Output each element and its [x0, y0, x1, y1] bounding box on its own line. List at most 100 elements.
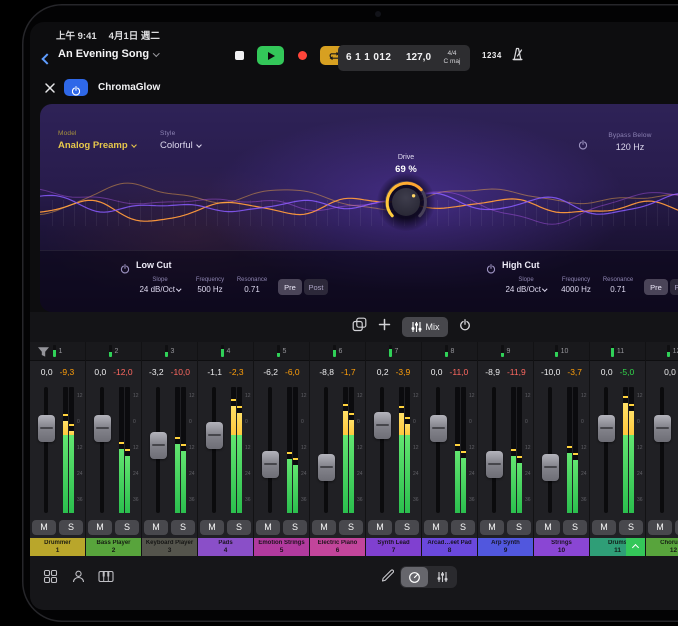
low-cut-slope[interactable]: Slope 24 dB/Oct: [132, 277, 188, 294]
solo-button[interactable]: S: [171, 520, 195, 535]
volume-value[interactable]: -3,2: [149, 367, 164, 377]
channel-header[interactable]: 5: [254, 342, 309, 360]
count-in-button[interactable]: 1234: [482, 51, 502, 60]
solo-button[interactable]: S: [339, 520, 363, 535]
bypass-power-icon[interactable]: [578, 137, 588, 147]
post-button[interactable]: Post: [304, 279, 328, 295]
fader-handle[interactable]: [486, 451, 503, 478]
track-label[interactable]: Electric Piano 6: [310, 538, 365, 556]
stop-button[interactable]: [230, 46, 248, 65]
track-label[interactable]: Chorus V 12: [646, 538, 678, 556]
track-label[interactable]: Drums 11: [590, 538, 645, 556]
close-plugin-button[interactable]: [44, 81, 56, 93]
channel-header[interactable]: 9: [478, 342, 533, 360]
fader-handle[interactable]: [150, 432, 167, 459]
fader-handle[interactable]: [206, 422, 223, 449]
play-button[interactable]: [257, 46, 284, 65]
volume-value[interactable]: 0,0: [601, 367, 613, 377]
record-button[interactable]: [293, 46, 311, 65]
fader-handle[interactable]: [374, 412, 391, 439]
volume-value[interactable]: 0,0: [431, 367, 443, 377]
post-button[interactable]: Post: [670, 279, 678, 295]
track-label[interactable]: Synth Lead 7: [366, 538, 421, 556]
mute-button[interactable]: M: [32, 520, 56, 535]
style-selector[interactable]: Style Colorful: [160, 130, 201, 151]
track-label[interactable]: Keyboard Player 3: [142, 538, 197, 556]
solo-button[interactable]: S: [115, 520, 139, 535]
track-label[interactable]: Pads 4: [198, 538, 253, 556]
high-cut-power-icon[interactable]: [486, 261, 496, 271]
back-button[interactable]: [43, 50, 51, 68]
volume-value[interactable]: -8,9: [485, 367, 500, 377]
fader-handle[interactable]: [430, 415, 447, 442]
pre-button[interactable]: Pre: [278, 279, 302, 295]
fader-handle[interactable]: [318, 454, 335, 481]
expand-stack-button[interactable]: [626, 538, 645, 556]
drive-knob[interactable]: [383, 179, 429, 225]
plugin-power-toggle[interactable]: [64, 79, 88, 96]
solo-button[interactable]: S: [507, 520, 531, 535]
fader-handle[interactable]: [38, 415, 55, 442]
track-label[interactable]: Emotion Strings 5: [254, 538, 309, 556]
channel-header[interactable]: 2: [86, 342, 141, 360]
solo-button[interactable]: S: [283, 520, 307, 535]
model-selector[interactable]: Model Analog Preamp: [58, 130, 136, 151]
mute-button[interactable]: M: [312, 520, 336, 535]
volume-value[interactable]: -8,8: [319, 367, 334, 377]
high-cut-frequency[interactable]: Frequency 4000 Hz: [556, 277, 596, 294]
faders-view-segment[interactable]: [429, 567, 456, 587]
mute-button[interactable]: M: [200, 520, 224, 535]
track-label[interactable]: Arp Synth 9: [478, 538, 533, 556]
track-label[interactable]: Strings 10: [534, 538, 589, 556]
volume-value[interactable]: 0,0: [94, 367, 106, 377]
fader-handle[interactable]: [94, 415, 111, 442]
mute-button[interactable]: M: [480, 520, 504, 535]
solo-button[interactable]: S: [563, 520, 587, 535]
volume-value[interactable]: 0,2: [377, 367, 389, 377]
channel-header[interactable]: 11: [590, 342, 645, 360]
song-title-menu[interactable]: An Evening Song: [58, 48, 159, 60]
mute-button[interactable]: M: [648, 520, 672, 535]
channel-header[interactable]: 10: [534, 342, 589, 360]
low-cut-power-icon[interactable]: [120, 261, 130, 271]
channel-header[interactable]: 4: [198, 342, 253, 360]
track-label[interactable]: Bass Player 2: [86, 538, 141, 556]
track-label[interactable]: Drummer 1: [30, 538, 85, 556]
solo-button[interactable]: S: [451, 520, 475, 535]
mute-button[interactable]: M: [144, 520, 168, 535]
filter-button[interactable]: [37, 345, 50, 363]
mute-button[interactable]: M: [592, 520, 616, 535]
volume-value[interactable]: -10,0: [541, 367, 560, 377]
solo-button[interactable]: S: [227, 520, 251, 535]
mute-button[interactable]: M: [536, 520, 560, 535]
duplicate-button[interactable]: [352, 317, 367, 337]
fader-handle[interactable]: [542, 454, 559, 481]
add-track-button[interactable]: [378, 318, 391, 336]
level-control[interactable]: Level 0,0: [666, 132, 678, 152]
mixer-power-button[interactable]: [459, 318, 471, 336]
high-cut-slope[interactable]: Slope 24 dB/Oct: [498, 277, 554, 294]
controls-view-segment[interactable]: [401, 567, 428, 587]
mute-button[interactable]: M: [88, 520, 112, 535]
channel-header[interactable]: 7: [366, 342, 421, 360]
browser-button[interactable]: [42, 568, 58, 584]
low-cut-frequency[interactable]: Frequency 500 Hz: [190, 277, 230, 294]
fader-handle[interactable]: [598, 415, 615, 442]
mute-button[interactable]: M: [256, 520, 280, 535]
keyboard-button[interactable]: [98, 568, 114, 584]
channel-header[interactable]: 3: [142, 342, 197, 360]
channel-header[interactable]: 12: [646, 342, 678, 360]
volume-value[interactable]: 0,0: [664, 367, 676, 377]
solo-button[interactable]: S: [619, 520, 643, 535]
mute-button[interactable]: M: [368, 520, 392, 535]
players-button[interactable]: [70, 568, 86, 584]
solo-button[interactable]: S: [395, 520, 419, 535]
pre-button[interactable]: Pre: [644, 279, 668, 295]
edit-button[interactable]: [380, 568, 394, 587]
volume-value[interactable]: -6,2: [263, 367, 278, 377]
high-cut-resonance[interactable]: Resonance 0.71: [598, 277, 638, 294]
track-label[interactable]: Arcad…eet Pad 8: [422, 538, 477, 556]
bypass-below-control[interactable]: Bypass Below 120 Hz: [598, 132, 662, 152]
fader-handle[interactable]: [654, 415, 671, 442]
channel-header[interactable]: 8: [422, 342, 477, 360]
